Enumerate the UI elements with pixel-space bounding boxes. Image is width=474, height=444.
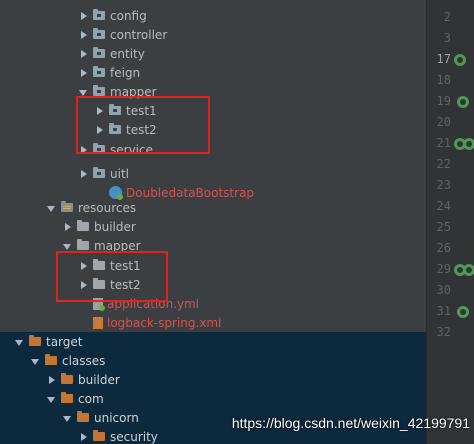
tree-item-mapper[interactable]: mapper [0, 82, 426, 101]
folder-icon [61, 373, 73, 384]
line-number: 26 [436, 241, 451, 255]
watermark: https://blog.csdn.net/weixin_42199791 [231, 415, 470, 431]
chevron-right-icon[interactable] [78, 168, 90, 180]
tree-item-label: target [46, 334, 83, 349]
chevron-down-icon[interactable] [30, 355, 42, 367]
line-number: 19 [436, 94, 451, 108]
folder-icon [77, 411, 89, 422]
folder-icon [77, 239, 89, 250]
tree-item-test2[interactable]: test2 [0, 120, 426, 139]
tree-item-test1[interactable]: test1 [0, 101, 426, 120]
tree-item-label: entity [110, 46, 145, 61]
spring-bean-gutter-icon[interactable] [457, 96, 469, 108]
chevron-down-icon[interactable] [14, 336, 26, 348]
spring-bean-gutter-icon[interactable] [454, 54, 466, 66]
line-number: 2 [443, 10, 451, 24]
folder-icon [61, 392, 73, 403]
chevron-right-icon[interactable] [62, 221, 74, 233]
folder-icon [77, 220, 89, 231]
tree-item-com[interactable]: com [0, 389, 426, 408]
tree-item-config[interactable]: config [0, 6, 426, 25]
tree-item-controller[interactable]: controller [0, 25, 426, 44]
folder-icon [61, 201, 73, 212]
line-number: 23 [436, 178, 451, 192]
tree-item-label: classes [62, 353, 106, 368]
line-number: 20 [436, 115, 451, 129]
tree-item-label: uitl [110, 166, 129, 181]
chevron-right-icon[interactable] [78, 10, 90, 22]
chevron-down-icon[interactable] [46, 202, 58, 214]
package-icon [93, 47, 105, 58]
line-number: 21 [436, 136, 451, 150]
tree-item-label: config [110, 8, 147, 23]
chevron-right-icon[interactable] [78, 431, 90, 443]
package-icon [93, 66, 105, 77]
tree-item-label: resources [78, 200, 137, 215]
line-number: 31 [436, 304, 451, 318]
tree-item-classes[interactable]: classes [0, 351, 426, 370]
chevron-down-icon[interactable] [62, 412, 74, 424]
package-icon [93, 28, 105, 39]
tree-item-label: builder [78, 372, 120, 387]
project-tree-panel: config controller entity feign mapper test1 te… [0, 0, 426, 444]
tree-item-label: com [78, 391, 104, 406]
tree-item-target[interactable]: target [0, 332, 426, 351]
chevron-right-icon[interactable] [78, 67, 90, 79]
tree-item-feign[interactable]: feign [0, 63, 426, 82]
tree-item-label: logback-spring.xml [107, 315, 222, 330]
tree-item-label: security [110, 429, 158, 444]
line-number: 30 [436, 283, 451, 297]
chevron-right-icon[interactable] [78, 29, 90, 41]
line-number: 32 [436, 325, 451, 339]
package-icon [93, 167, 105, 178]
tree-item-uitl[interactable]: uitl [0, 164, 426, 183]
folder-icon [29, 335, 41, 346]
line-number: 18 [436, 73, 451, 87]
chevron-right-icon[interactable] [78, 48, 90, 60]
xml-file-icon [93, 316, 103, 329]
line-number: 29 [436, 262, 451, 276]
folder-icon [93, 430, 105, 441]
line-number: 25 [436, 220, 451, 234]
highlight-box-resources-mapper [56, 251, 168, 302]
folder-icon [45, 354, 57, 365]
tree-item-entity[interactable]: entity [0, 44, 426, 63]
line-number: 22 [436, 157, 451, 171]
chevron-down-icon[interactable] [46, 393, 58, 405]
line-number: 24 [436, 199, 451, 213]
line-number: 17 [436, 52, 451, 66]
tree-item-label: feign [110, 65, 141, 80]
package-icon [93, 85, 105, 96]
tree-item-builder[interactable]: builder [0, 217, 426, 236]
line-number: 3 [443, 31, 451, 45]
tree-item-resources[interactable]: resources [0, 198, 426, 217]
spring-bean-gutter-icon[interactable] [463, 138, 474, 150]
tree-item-label: builder [94, 219, 136, 234]
package-icon [93, 9, 105, 20]
chevron-down-icon[interactable] [62, 240, 74, 252]
tree-item-logback-xml[interactable]: logback-spring.xml [0, 313, 426, 332]
tree-item-service[interactable]: service [0, 140, 426, 159]
editor-gutter: 2 3 17 18 19 20 21 22 23 24 25 26 29 30 … [426, 0, 474, 444]
tree-item-target-builder[interactable]: builder [0, 370, 426, 389]
chevron-right-icon[interactable] [46, 374, 58, 386]
tree-item-label: unicorn [94, 410, 139, 425]
spring-bean-gutter-icon[interactable] [457, 306, 469, 318]
spring-bean-gutter-icon[interactable] [463, 264, 474, 276]
highlight-box-java-mapper [76, 96, 210, 154]
tree-item-label: controller [110, 27, 168, 42]
